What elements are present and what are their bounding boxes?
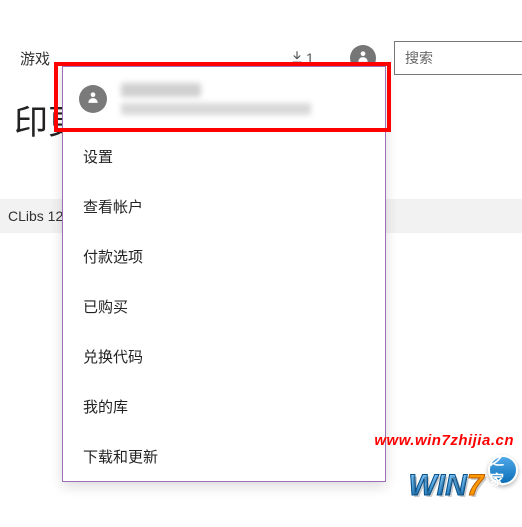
menu-label: 已购买 bbox=[83, 296, 128, 317]
menu-label: 查看帐户 bbox=[83, 196, 143, 217]
downloads-indicator[interactable]: 1 bbox=[290, 50, 314, 67]
user-name-redacted bbox=[121, 83, 201, 97]
menu-item-view-account[interactable]: 查看帐户 bbox=[63, 181, 385, 231]
menu-label: 付款选项 bbox=[83, 246, 143, 267]
logo-text-win: WIN7 bbox=[408, 469, 483, 503]
watermark-logo: WIN7 之家 bbox=[376, 457, 516, 509]
person-icon bbox=[356, 49, 370, 68]
search-input[interactable]: 搜索 bbox=[394, 41, 522, 75]
logo-badge: 之家 bbox=[488, 455, 518, 485]
user-email-redacted bbox=[121, 103, 311, 115]
user-menu-dropdown: 设置 查看帐户 付款选项 已购买 兑换代码 我的库 下载和更新 bbox=[62, 66, 386, 482]
download-arrow-icon bbox=[290, 50, 304, 67]
person-icon bbox=[86, 90, 100, 109]
user-info bbox=[121, 83, 369, 115]
menu-item-redeem-code[interactable]: 兑换代码 bbox=[63, 331, 385, 381]
watermark-url: www.win7zhijia.cn bbox=[374, 432, 514, 449]
menu-item-purchased[interactable]: 已购买 bbox=[63, 281, 385, 331]
nav-games[interactable]: 游戏 bbox=[20, 48, 50, 69]
menu-item-settings[interactable]: 设置 bbox=[63, 131, 385, 181]
menu-item-downloads-updates[interactable]: 下载和更新 bbox=[63, 431, 385, 481]
user-profile-row[interactable] bbox=[63, 67, 385, 131]
menu-item-payment-options[interactable]: 付款选项 bbox=[63, 231, 385, 281]
app-name-fragment: CLibs 12 bbox=[8, 208, 63, 224]
menu-label: 设置 bbox=[83, 146, 113, 167]
menu-item-my-library[interactable]: 我的库 bbox=[63, 381, 385, 431]
menu-label: 下载和更新 bbox=[83, 446, 158, 467]
downloads-count: 1 bbox=[306, 50, 314, 66]
menu-label: 兑换代码 bbox=[83, 346, 143, 367]
search-placeholder: 搜索 bbox=[405, 48, 433, 68]
user-avatar-small bbox=[79, 85, 107, 113]
menu-label: 我的库 bbox=[83, 396, 128, 417]
